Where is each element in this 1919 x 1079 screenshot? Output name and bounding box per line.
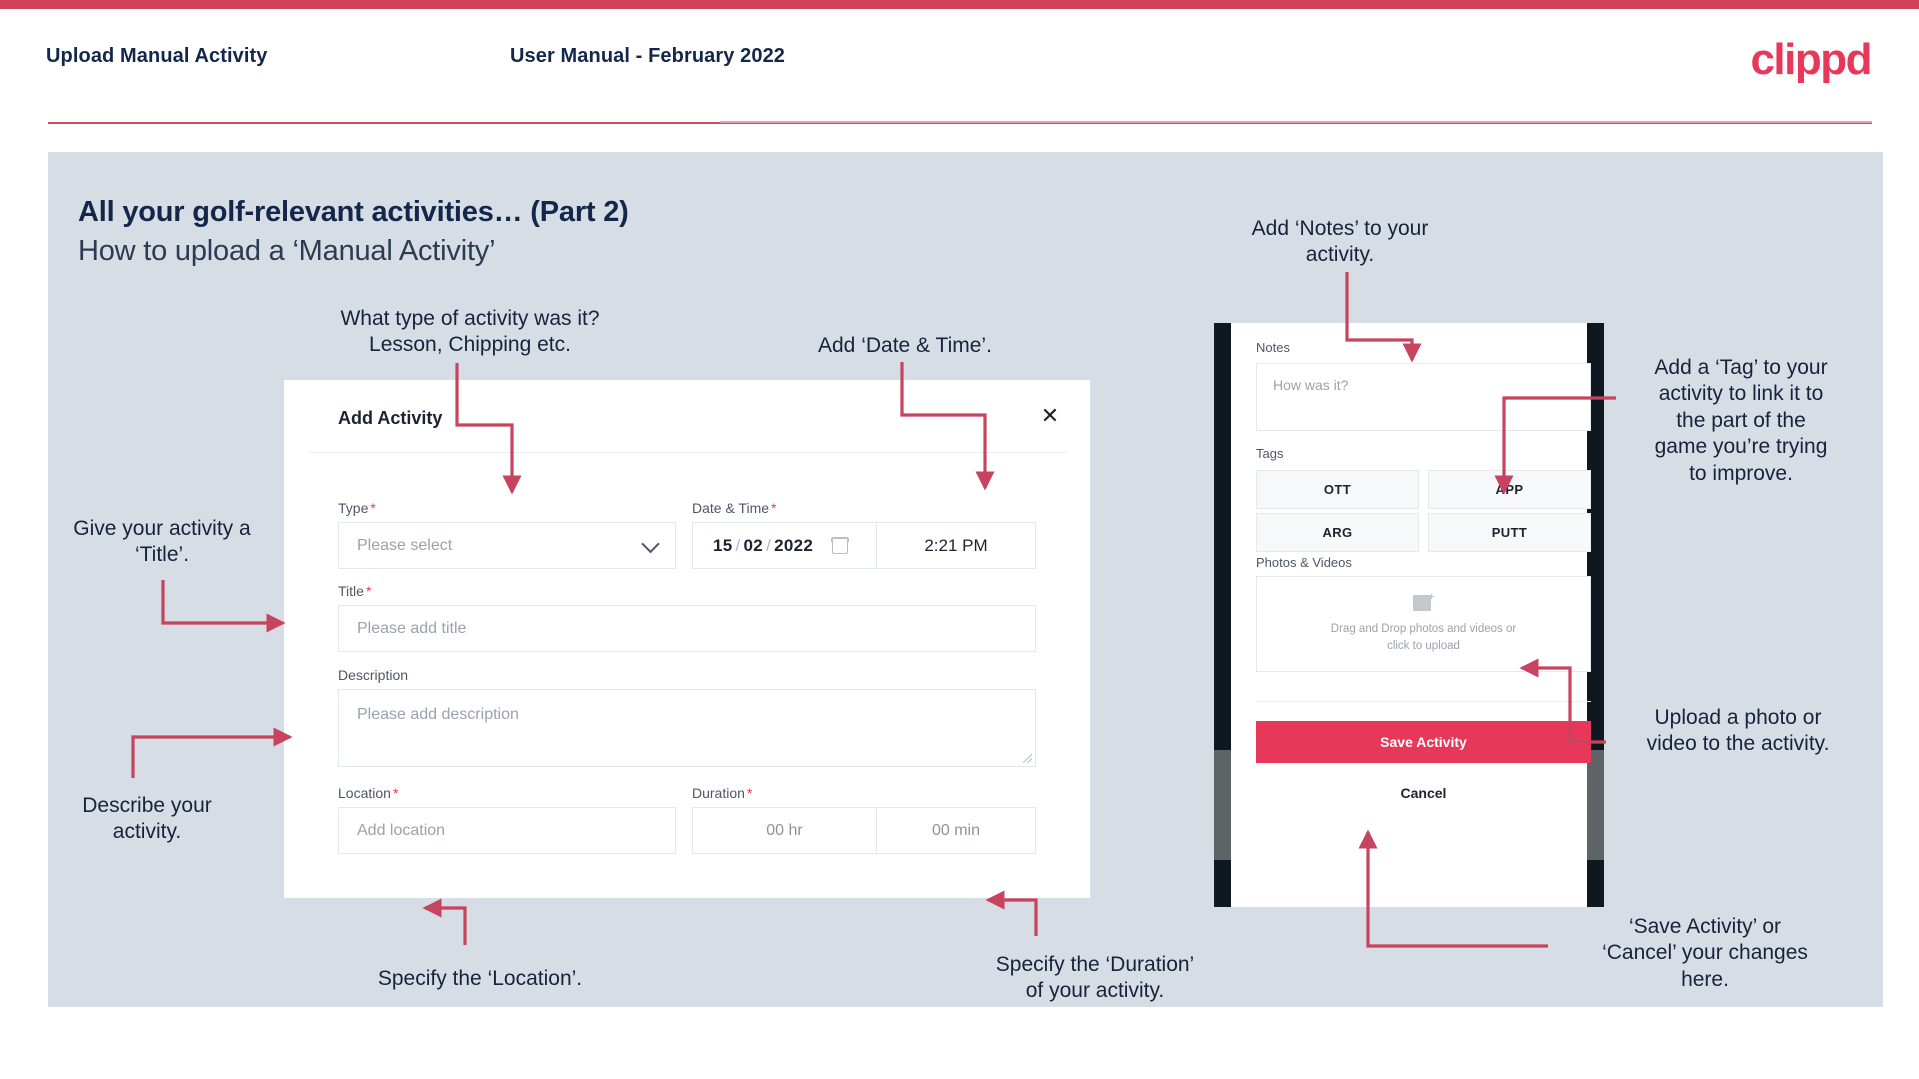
duration-hours-input[interactable]: 00 hr xyxy=(692,807,877,854)
tag-button-arg[interactable]: ARG xyxy=(1256,513,1419,552)
header-title: Upload Manual Activity xyxy=(46,45,268,67)
type-label: Type * xyxy=(338,500,376,516)
title-input[interactable]: Please add title xyxy=(338,605,1036,652)
add-activity-dialog: Add Activity ✕ Type * Please select Date … xyxy=(284,380,1090,898)
clippd-logo: clippd xyxy=(1750,35,1872,84)
header-subtitle: User Manual - February 2022 xyxy=(510,45,786,67)
time-input[interactable]: 2:21 PM xyxy=(876,522,1036,569)
location-input[interactable]: Add location xyxy=(338,807,676,854)
photo-dropzone[interactable]: + Drag and Drop photos and videos or cli… xyxy=(1256,576,1591,672)
tag-button-ott[interactable]: OTT xyxy=(1256,470,1419,509)
slide-subtitle: How to upload a ‘Manual Activity’ xyxy=(78,235,496,267)
datetime-label: Date & Time * xyxy=(692,500,777,516)
phone-divider xyxy=(1256,701,1591,702)
callout-datetime: Add ‘Date & Time’. xyxy=(818,334,992,357)
title-label: Title * xyxy=(338,583,372,599)
close-icon[interactable]: ✕ xyxy=(1036,402,1064,430)
description-label: Description xyxy=(338,667,409,683)
description-textarea[interactable]: Please add description xyxy=(338,689,1036,767)
tag-button-putt[interactable]: PUTT xyxy=(1428,513,1591,552)
top-accent-bar xyxy=(0,0,1919,9)
phone-mockup: Notes How was it? Tags OTT APP ARG PUTT … xyxy=(1214,323,1604,907)
save-activity-button[interactable]: Save Activity xyxy=(1256,721,1591,763)
duration-minutes-input[interactable]: 00 min xyxy=(876,807,1036,854)
callout-title: Give your activity a ‘Title’. xyxy=(73,517,251,567)
description-placeholder: Please add description xyxy=(357,706,519,723)
notes-textarea[interactable]: How was it? xyxy=(1256,363,1591,431)
type-placeholder: Please select xyxy=(357,536,453,554)
callout-describe: Describe your activity. xyxy=(82,794,212,844)
date-month: 02 xyxy=(743,535,764,555)
photos-videos-label: Photos & Videos xyxy=(1256,555,1352,570)
notes-placeholder: How was it? xyxy=(1273,377,1349,393)
cancel-button[interactable]: Cancel xyxy=(1256,778,1591,808)
time-value: 2:21 PM xyxy=(924,535,988,555)
dialog-title: Add Activity xyxy=(338,408,443,428)
location-label: Location * xyxy=(338,785,399,801)
phone-screen: Notes How was it? Tags OTT APP ARG PUTT … xyxy=(1231,323,1591,907)
resize-grip-icon[interactable] xyxy=(1023,754,1032,763)
chevron-down-icon xyxy=(641,534,660,553)
callout-save: ‘Save Activity’ or ‘Cancel’ your changes… xyxy=(1602,915,1808,991)
callout-type: What type of activity was it? Lesson, Ch… xyxy=(340,307,600,357)
callout-duration: Specify the ‘Duration’ of your activity. xyxy=(995,953,1195,1003)
scrollbar-left[interactable] xyxy=(1214,750,1231,860)
date-input[interactable]: 15/02/2022 xyxy=(692,522,877,569)
tags-label: Tags xyxy=(1256,446,1284,461)
phone-bezel-left xyxy=(1214,323,1231,907)
calendar-icon[interactable] xyxy=(831,536,849,554)
callout-notes: Add ‘Notes’ to your activity. xyxy=(1251,217,1429,267)
date-day: 15 xyxy=(713,535,733,555)
dialog-divider xyxy=(308,452,1068,453)
slide-page: Upload Manual Activity User Manual - Feb… xyxy=(0,0,1919,1079)
duration-hours-placeholder: 00 hr xyxy=(766,821,803,839)
type-select[interactable]: Please select xyxy=(338,522,676,569)
header-divider-soft xyxy=(720,121,1872,123)
callout-tag: Add a ‘Tag’ to your activity to link it … xyxy=(1654,356,1828,485)
date-year: 2022 xyxy=(774,535,814,555)
callout-upload: Upload a photo or video to the activity. xyxy=(1646,706,1830,756)
callout-location: Specify the ‘Location’. xyxy=(377,967,583,990)
title-placeholder: Please add title xyxy=(357,619,467,637)
tag-button-app[interactable]: APP xyxy=(1428,470,1591,509)
add-image-icon: + xyxy=(1412,592,1435,612)
notes-label: Notes xyxy=(1256,340,1290,355)
duration-label: Duration * xyxy=(692,785,753,801)
dropzone-line1: Drag and Drop photos and videos or xyxy=(1330,622,1517,635)
location-placeholder: Add location xyxy=(357,821,446,839)
duration-minutes-placeholder: 00 min xyxy=(931,821,981,839)
dropzone-line2: click to upload xyxy=(1387,640,1460,652)
slide-title: All your golf-relevant activities… (Part… xyxy=(78,196,629,228)
